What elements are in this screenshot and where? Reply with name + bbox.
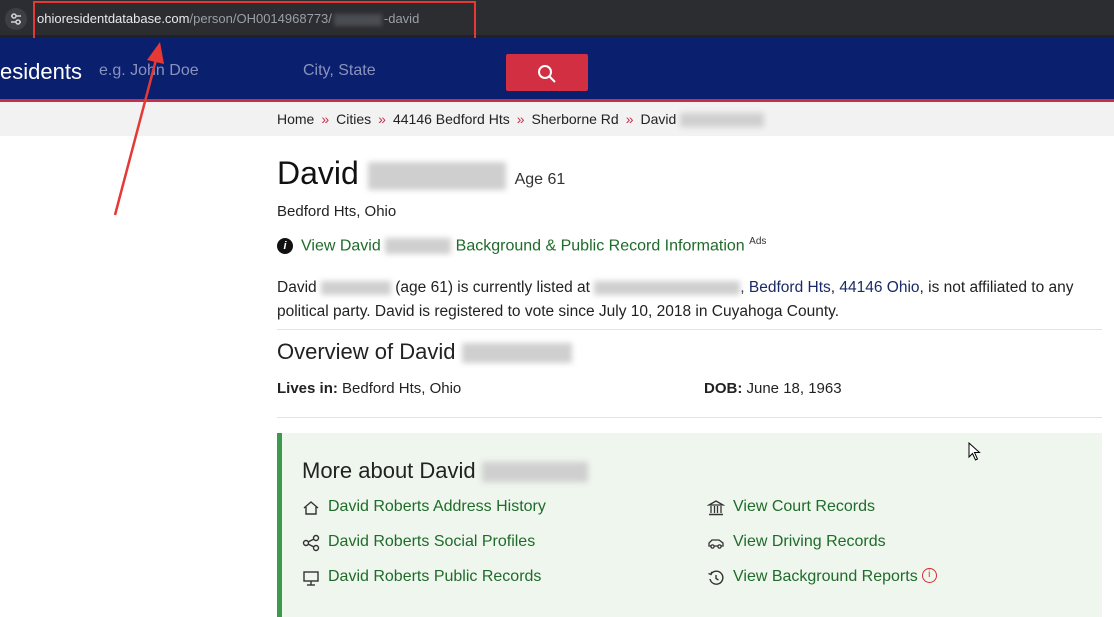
redacted-text bbox=[680, 113, 765, 128]
link-label: View Background Reports i bbox=[733, 568, 937, 586]
history-icon bbox=[708, 570, 724, 585]
city-state-input[interactable]: City, State bbox=[303, 62, 376, 80]
divider bbox=[277, 329, 1102, 330]
url-annotation-box bbox=[33, 1, 476, 41]
redacted-text bbox=[320, 280, 391, 295]
background-reports-label: View Background Reports bbox=[733, 568, 918, 585]
redacted-text bbox=[594, 280, 741, 295]
breadcrumb-cities[interactable]: Cities bbox=[336, 111, 371, 127]
lives-value: Bedford Hts, Ohio bbox=[342, 380, 462, 397]
lives-label: Lives in: bbox=[277, 380, 338, 397]
more-about-heading: More about David bbox=[302, 458, 588, 484]
mouse-cursor-icon bbox=[968, 442, 981, 461]
breadcrumb-zip[interactable]: 44146 Bedford Hts bbox=[393, 111, 510, 127]
home-icon bbox=[303, 501, 319, 515]
more-about-title: More about David bbox=[302, 458, 476, 483]
view-link-prefix: View David bbox=[301, 237, 381, 255]
ads-label: Ads bbox=[749, 236, 767, 247]
redacted-text bbox=[481, 462, 588, 483]
person-age: Age 61 bbox=[514, 171, 566, 188]
breadcrumb-person: David bbox=[640, 111, 677, 127]
lives-in: Lives in: Bedford Hts, Ohio bbox=[277, 380, 461, 397]
info-icon: i bbox=[277, 238, 293, 255]
search-icon bbox=[538, 65, 556, 83]
dob-value: June 18, 1963 bbox=[746, 380, 842, 397]
dob-label: DOB: bbox=[704, 380, 743, 397]
link-label: David Roberts Address History bbox=[328, 498, 546, 515]
breadcrumb-street[interactable]: Sherborne Rd bbox=[532, 111, 619, 127]
redacted-text bbox=[385, 238, 452, 255]
redacted-text bbox=[367, 161, 506, 190]
search-button[interactable] bbox=[506, 54, 588, 91]
link-label: David Roberts Public Records bbox=[328, 568, 542, 585]
bio-part2: (age 61) is currently listed at bbox=[395, 279, 590, 296]
breadcrumb-home[interactable]: Home bbox=[277, 111, 314, 127]
site-logo[interactable]: esidents bbox=[0, 59, 82, 85]
share-icon bbox=[302, 534, 320, 552]
city-link[interactable]: Bedford Hts bbox=[749, 279, 831, 296]
breadcrumb-separator: » bbox=[625, 111, 634, 127]
overview-title: Overview of David bbox=[277, 339, 456, 364]
breadcrumb-separator: » bbox=[321, 111, 330, 127]
courthouse-icon bbox=[707, 500, 725, 516]
overview-heading: Overview of David bbox=[277, 339, 572, 365]
link-label: View Driving Records bbox=[733, 533, 886, 550]
records-icon bbox=[303, 571, 319, 586]
breadcrumb-separator: » bbox=[378, 111, 386, 127]
person-first-name: David bbox=[277, 155, 359, 191]
view-link-suffix: Background & Public Record Information bbox=[455, 237, 745, 255]
person-location: Bedford Hts, Ohio bbox=[277, 203, 397, 220]
redacted-text bbox=[461, 343, 572, 364]
breadcrumb: Home » Cities » 44146 Bedford Hts » Sherborne … bbox=[277, 111, 765, 128]
bio-part1: David bbox=[277, 279, 317, 296]
name-search-input[interactable]: e.g. John Doe bbox=[99, 62, 199, 80]
alert-icon[interactable]: i bbox=[921, 568, 937, 583]
view-background-link[interactable]: i View David Background & Public Record I… bbox=[277, 236, 766, 255]
link-label: View Court Records bbox=[733, 498, 875, 515]
zip-link[interactable]: 44146 Ohio bbox=[839, 279, 919, 296]
divider bbox=[277, 417, 1102, 418]
car-icon bbox=[708, 539, 724, 549]
breadcrumb-separator: » bbox=[516, 111, 525, 127]
site-header: esidents e.g. John Doe City, State bbox=[0, 38, 1114, 102]
date-of-birth: DOB: June 18, 1963 bbox=[704, 380, 842, 397]
bio-paragraph: David (age 61) is currently listed at , … bbox=[277, 279, 1074, 320]
page-title: David Age 61 bbox=[277, 155, 565, 192]
site-settings-icon[interactable] bbox=[5, 8, 27, 30]
link-label: David Roberts Social Profiles bbox=[328, 533, 536, 550]
